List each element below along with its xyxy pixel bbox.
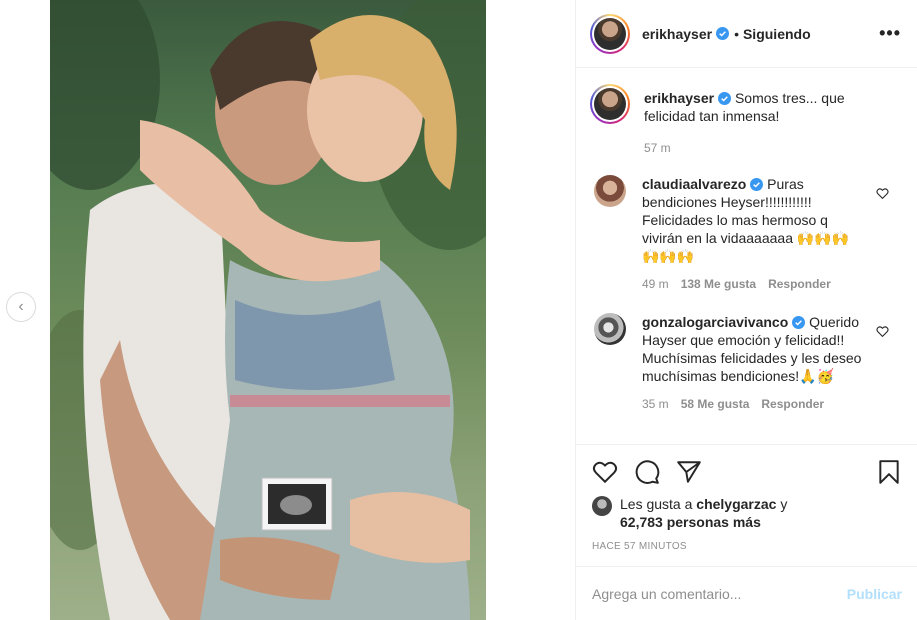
verified-badge-icon xyxy=(792,316,806,329)
like-comment-heart-icon[interactable] xyxy=(876,325,889,338)
liker-username[interactable]: chelygarzac xyxy=(696,496,776,512)
chevron-left-icon: ‹ xyxy=(18,298,24,315)
following-button[interactable]: Siguiendo xyxy=(743,26,811,42)
comment-icon[interactable] xyxy=(634,459,660,485)
couple-photo-illustration xyxy=(50,0,486,620)
post-details-panel: erikhayser • Siguiendo ••• erikhayser So… xyxy=(575,0,917,620)
verified-badge-icon xyxy=(716,27,730,40)
caption-time[interactable]: 57 m xyxy=(644,139,671,157)
author-avatar[interactable] xyxy=(590,13,630,54)
add-comment-bar: Publicar xyxy=(576,566,917,620)
comment-likes[interactable]: 58 Me gusta xyxy=(681,395,750,413)
comment-item: claudiaalvarezo Puras bendiciones Heyser… xyxy=(590,175,901,293)
caption-row: erikhayser Somos tres... que felicidad t… xyxy=(590,84,901,157)
post-photo[interactable] xyxy=(50,0,486,620)
comment-likes[interactable]: 138 Me gusta xyxy=(681,275,756,293)
liker-avatar[interactable] xyxy=(592,496,612,516)
likes-summary: Les gusta a chelygarzac y 62,783 persona… xyxy=(592,495,902,531)
author-avatar-image xyxy=(594,17,626,50)
post-actions: Les gusta a chelygarzac y 62,783 persona… xyxy=(576,444,917,552)
comment-time[interactable]: 49 m xyxy=(642,275,669,293)
bookmark-icon[interactable] xyxy=(876,459,902,485)
post-header: erikhayser • Siguiendo ••• xyxy=(576,0,917,68)
reply-button[interactable]: Responder xyxy=(761,395,824,413)
like-comment-heart-icon[interactable] xyxy=(876,187,889,200)
publish-button[interactable]: Publicar xyxy=(847,586,902,602)
commenter-avatar[interactable] xyxy=(594,313,626,345)
likes-others-count[interactable]: 62,783 personas más xyxy=(620,514,761,530)
comment-input[interactable] xyxy=(592,585,847,602)
verified-badge-icon xyxy=(718,92,732,105)
caption-avatar-image xyxy=(594,88,626,120)
commenter-avatar[interactable] xyxy=(594,175,626,207)
reply-button[interactable]: Responder xyxy=(768,275,831,293)
previous-arrow-button[interactable]: ‹ xyxy=(6,292,36,322)
comment-username[interactable]: gonzalogarciavivanco xyxy=(642,314,788,330)
likes-connector: y xyxy=(780,496,788,512)
caption-username[interactable]: erikhayser xyxy=(644,90,714,106)
post-timestamp[interactable]: HACE 57 MINUTOS xyxy=(592,541,902,552)
more-options-icon[interactable]: ••• xyxy=(879,23,901,44)
comment-username[interactable]: claudiaalvarezo xyxy=(642,176,746,192)
comment-time[interactable]: 35 m xyxy=(642,395,669,413)
caption-avatar[interactable] xyxy=(590,84,630,124)
verified-badge-icon xyxy=(750,178,764,191)
share-icon[interactable] xyxy=(676,459,702,485)
heart-icon[interactable] xyxy=(592,459,618,485)
author-username[interactable]: erikhayser xyxy=(642,26,712,42)
comments-list[interactable]: erikhayser Somos tres... que felicidad t… xyxy=(576,68,917,444)
likes-prefix: Les gusta a xyxy=(620,496,693,512)
media-area: ‹ xyxy=(0,0,575,620)
separator-dot: • xyxy=(734,25,739,42)
comment-item: gonzalogarciavivanco Querido Hayser que … xyxy=(590,313,901,413)
